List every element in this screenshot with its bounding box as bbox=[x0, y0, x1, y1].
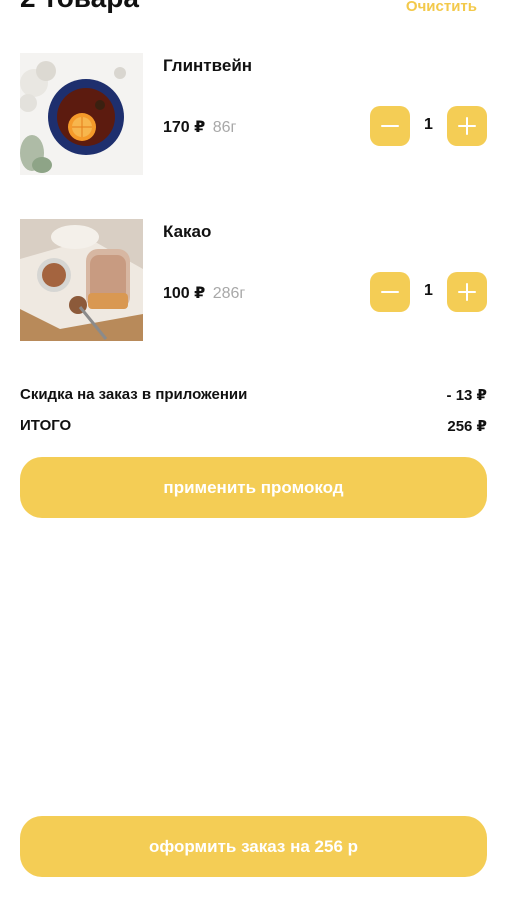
discount-value: - 13 ₽ bbox=[446, 387, 487, 404]
clear-cart-button[interactable]: Очистить bbox=[406, 0, 477, 15]
increase-quantity-button[interactable] bbox=[447, 272, 487, 312]
product-name: Глинтвейн bbox=[163, 56, 253, 75]
decrease-quantity-button[interactable] bbox=[370, 272, 410, 312]
total-row: ИТОГО 256 ₽ bbox=[20, 417, 487, 437]
product-price-line: 100 ₽ 286г bbox=[163, 283, 245, 303]
cart-item: Какао 100 ₽ 286г 1 bbox=[20, 219, 487, 341]
quantity-value: 1 bbox=[424, 282, 433, 299]
product-name: Какао bbox=[163, 222, 212, 241]
product-image-cocoa bbox=[20, 219, 143, 341]
cart-title: 2 товара bbox=[20, 0, 139, 14]
quantity-stepper: 1 bbox=[370, 106, 487, 146]
product-weight: 86г bbox=[212, 119, 237, 136]
product-image-mulled-wine bbox=[20, 53, 143, 175]
product-price-line: 170 ₽ 86г bbox=[163, 117, 236, 137]
total-value: 256 ₽ bbox=[447, 418, 487, 435]
discount-label: Скидка на заказ в приложении bbox=[20, 386, 248, 403]
quantity-stepper: 1 bbox=[370, 272, 487, 312]
minus-icon bbox=[381, 291, 399, 293]
total-label: ИТОГО bbox=[20, 417, 72, 434]
increase-quantity-button[interactable] bbox=[447, 106, 487, 146]
product-price: 100 ₽ bbox=[163, 285, 206, 302]
checkout-button[interactable]: оформить заказ на 256 р bbox=[20, 816, 487, 877]
cart-header: 2 товара Очистить bbox=[20, 0, 487, 22]
minus-icon bbox=[381, 125, 399, 127]
quantity-value: 1 bbox=[424, 116, 433, 133]
apply-promo-button[interactable]: применить промокод bbox=[20, 457, 487, 518]
product-weight: 286г bbox=[212, 285, 246, 302]
product-price: 170 ₽ bbox=[163, 119, 206, 136]
decrease-quantity-button[interactable] bbox=[370, 106, 410, 146]
cart-item: Глинтвейн 170 ₽ 86г 1 bbox=[20, 53, 487, 175]
discount-row: Скидка на заказ в приложении - 13 ₽ bbox=[20, 386, 487, 406]
